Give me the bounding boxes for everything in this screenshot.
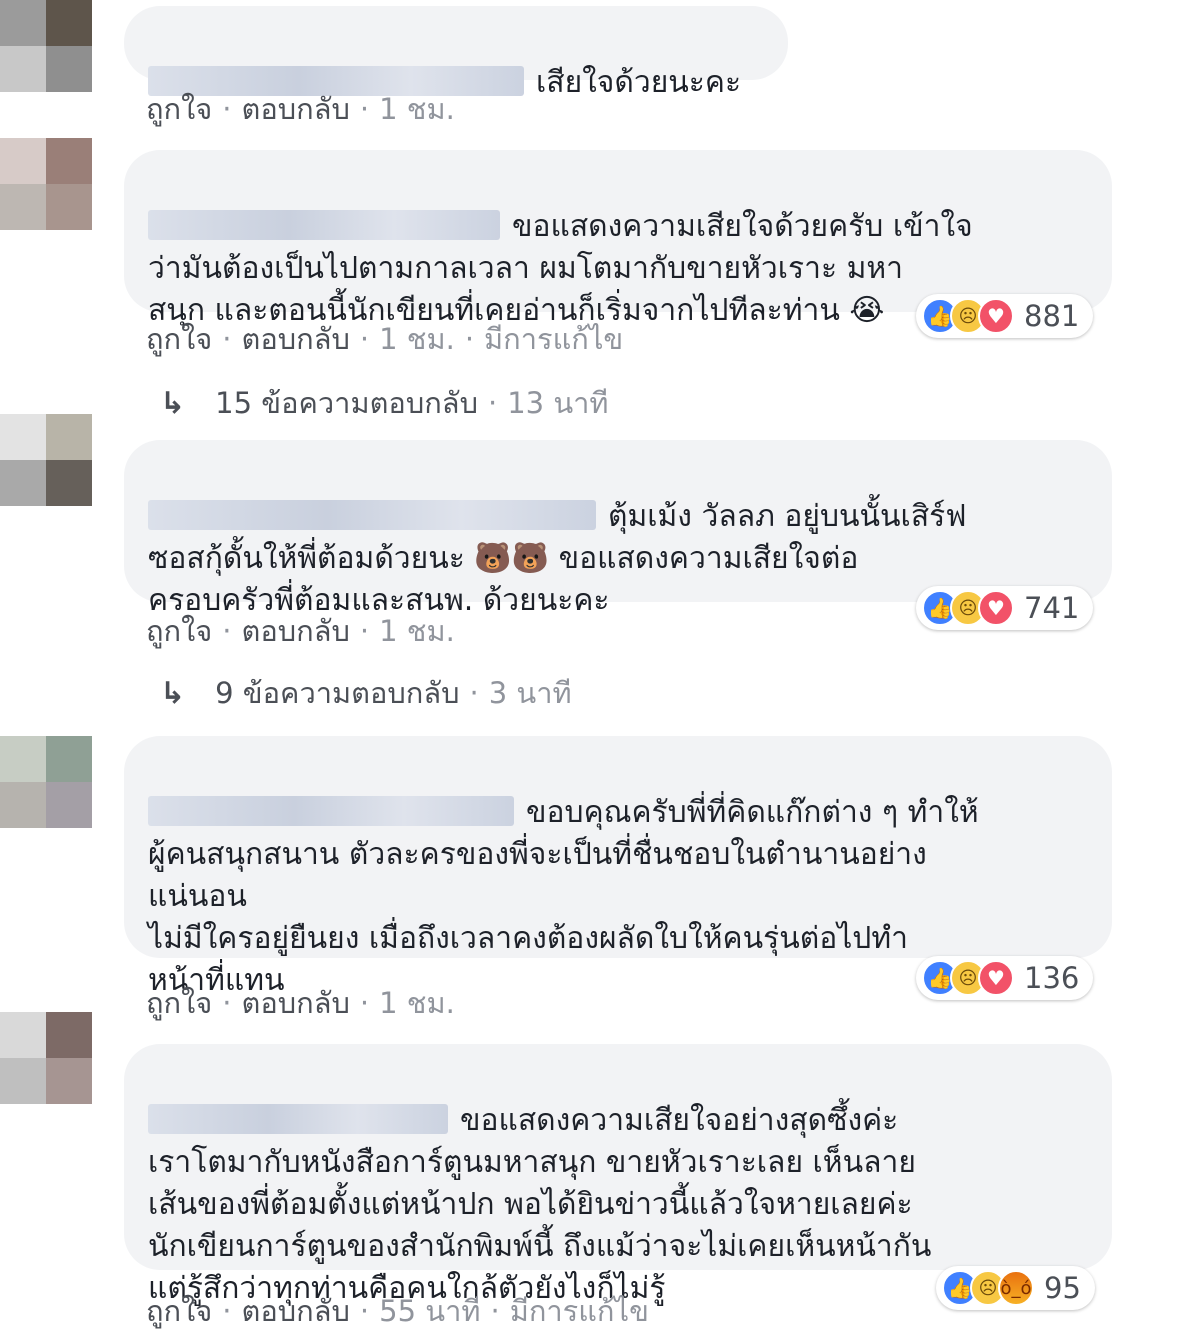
view-replies[interactable]: ↳ 9 ข้อความตอบกลับ · 3 นาที: [160, 670, 572, 716]
avatar[interactable]: [0, 736, 92, 828]
comment-actions: ถูกใจ · ตอบกลับ · 1 ชม.: [146, 608, 455, 654]
separator: ·: [469, 676, 479, 710]
comment-actions: ถูกใจ · ตอบกลับ · 1 ชม.: [146, 86, 455, 132]
comment-actions: ถูกใจ · ตอบกลับ · 1 ชม.: [146, 980, 455, 1026]
separator: ·: [222, 614, 232, 648]
reaction-count: 741: [1024, 591, 1080, 625]
separator: ·: [222, 986, 232, 1020]
comment-bubble: ตุ้มเม้ง วัลลภ อยู่บนนั้นเสิร์ฟ ซอสกุ้ดั…: [124, 440, 1112, 618]
love-icon: ♥: [978, 298, 1014, 334]
comment-bubble: เสียใจด้วยนะคะ: [124, 6, 788, 100]
view-replies[interactable]: ↳ 15 ข้อความตอบกลับ · 13 นาที: [160, 380, 609, 426]
like-link[interactable]: ถูกใจ: [146, 1288, 212, 1334]
like-link[interactable]: ถูกใจ: [146, 608, 212, 654]
comment-actions: ถูกใจ · ตอบกลับ · 1 ชม. · มีการแก้ไข: [146, 316, 623, 362]
comment-bubble: ขอแสดงความเสียใจอย่างสุดซึ้งค่ะ เราโตมาก…: [124, 1044, 1112, 1306]
comment-text: เสียใจด้วยนะคะ: [536, 65, 742, 100]
separator: ·: [359, 322, 370, 356]
separator: ·: [222, 322, 232, 356]
reply-link[interactable]: ตอบกลับ: [242, 316, 350, 362]
angry-icon: ò_ó: [998, 1270, 1034, 1306]
reactions-summary[interactable]: 👍 ☹ ♥ 881: [916, 294, 1094, 338]
comment-bubble: ขอบคุณครับพี่ที่คิดแก๊กต่าง ๆ ทำให้ ผู้ค…: [124, 736, 1112, 998]
commenter-name[interactable]: [148, 210, 500, 240]
reply-link[interactable]: ตอบกลับ: [242, 980, 350, 1026]
reactions-summary[interactable]: 👍 ☹ ♥ 136: [916, 956, 1094, 1000]
reply-link[interactable]: ตอบกลับ: [242, 1288, 350, 1334]
separator: ·: [490, 1294, 500, 1328]
timestamp[interactable]: 55 นาที: [379, 1288, 480, 1334]
reactions-summary[interactable]: 👍 ☹ ♥ 741: [916, 586, 1094, 630]
avatar[interactable]: [0, 1012, 92, 1104]
separator: ·: [464, 322, 475, 356]
reaction-count: 136: [1024, 961, 1080, 995]
reaction-count: 95: [1044, 1271, 1081, 1305]
separator: ·: [359, 1294, 370, 1328]
replies-time: 3 นาที: [488, 676, 572, 710]
edited-label[interactable]: มีการแก้ไข: [484, 316, 623, 362]
avatar[interactable]: [0, 138, 92, 230]
reply-arrow-icon: ↳: [160, 675, 186, 711]
like-link[interactable]: ถูกใจ: [146, 316, 212, 362]
love-icon: ♥: [978, 960, 1014, 996]
avatar[interactable]: [0, 0, 92, 92]
reactions-summary[interactable]: 👍 ☹ ò_ó 95: [936, 1266, 1095, 1310]
like-link[interactable]: ถูกใจ: [146, 980, 212, 1026]
separator: ·: [222, 92, 232, 126]
commenter-name[interactable]: [148, 1104, 448, 1134]
separator: ·: [359, 986, 370, 1020]
comment-actions: ถูกใจ · ตอบกลับ · 55 นาที · มีการแก้ไข: [146, 1288, 649, 1334]
avatar[interactable]: [0, 414, 92, 506]
timestamp[interactable]: 1 ชม.: [379, 608, 455, 654]
separator: ·: [222, 1294, 232, 1328]
timestamp[interactable]: 1 ชม.: [379, 86, 455, 132]
love-icon: ♥: [978, 590, 1014, 626]
timestamp[interactable]: 1 ชม.: [379, 980, 455, 1026]
timestamp[interactable]: 1 ชม.: [379, 316, 455, 362]
reply-link[interactable]: ตอบกลับ: [242, 86, 350, 132]
separator: ·: [359, 614, 370, 648]
separator: ·: [359, 92, 370, 126]
comment-bubble: ขอแสดงความเสียใจด้วยครับ เข้าใจ ว่ามันต้…: [124, 150, 1112, 328]
reply-link[interactable]: ตอบกลับ: [242, 608, 350, 654]
commenter-name[interactable]: [148, 796, 514, 826]
separator: ·: [487, 386, 498, 420]
reply-arrow-icon: ↳: [160, 385, 186, 421]
replies-time: 13 นาที: [507, 386, 609, 420]
reaction-count: 881: [1024, 299, 1080, 333]
like-link[interactable]: ถูกใจ: [146, 86, 212, 132]
commenter-name[interactable]: [148, 500, 596, 530]
replies-count[interactable]: 15 ข้อความตอบกลับ: [215, 380, 478, 426]
edited-label[interactable]: มีการแก้ไข: [510, 1288, 649, 1334]
replies-count[interactable]: 9 ข้อความตอบกลับ: [215, 670, 459, 716]
